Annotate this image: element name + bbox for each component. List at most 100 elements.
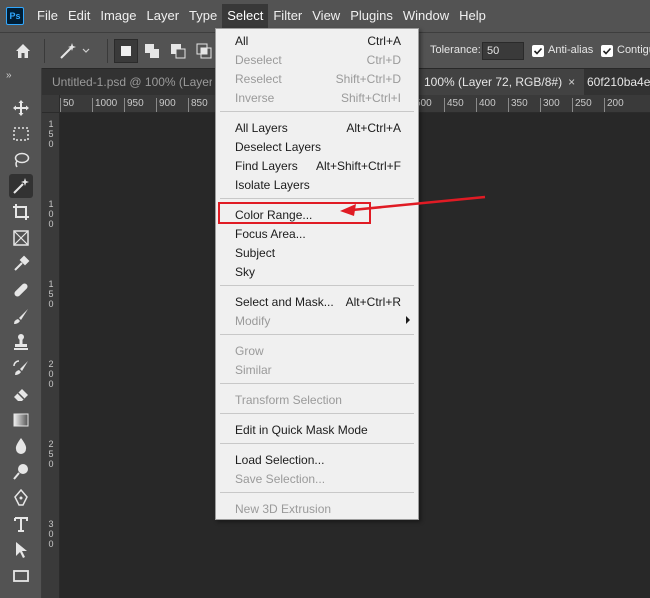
type-icon bbox=[14, 517, 28, 532]
subtract-from-selection-button[interactable] bbox=[166, 39, 190, 63]
home-icon bbox=[16, 43, 30, 58]
menu-item-label: Inverse bbox=[235, 91, 275, 105]
menu-edit[interactable]: Edit bbox=[63, 4, 95, 28]
brush-tool[interactable] bbox=[9, 304, 33, 328]
menu-item-deselect[interactable]: Deselect Ctrl+D bbox=[216, 51, 418, 70]
menu-select[interactable]: Select bbox=[222, 4, 269, 28]
menu-item-inverse[interactable]: Inverse Shift+Ctrl+I bbox=[216, 89, 418, 108]
ruler-tick-label: 0 bbox=[48, 459, 54, 469]
tab-untitled-1[interactable]: Untitled-1.psd @ 100% (Layer 7 bbox=[42, 69, 212, 95]
ruler-tick-label: 0 bbox=[48, 219, 54, 229]
menu-plugins[interactable]: Plugins bbox=[345, 4, 398, 28]
ruler-origin[interactable] bbox=[42, 95, 60, 113]
menu-item-label: Transform Selection bbox=[235, 393, 342, 407]
menu-item-find-layers[interactable]: Find Layers Alt+Shift+Ctrl+F bbox=[216, 157, 418, 176]
menu-item-label: Sky bbox=[235, 265, 256, 279]
eyedropper-tool[interactable] bbox=[9, 252, 33, 276]
tolerance-input[interactable]: 50 bbox=[482, 42, 524, 60]
menu-item-grow[interactable]: Grow bbox=[216, 342, 418, 361]
annotation-highlight-box bbox=[218, 202, 371, 224]
menu-filter[interactable]: Filter bbox=[268, 4, 307, 28]
menu-item-label: All Layers bbox=[235, 121, 288, 135]
new-selection-button[interactable] bbox=[114, 38, 138, 63]
menu-item-label: All bbox=[235, 34, 249, 48]
contiguous-checkbox[interactable] bbox=[601, 45, 613, 57]
menu-help[interactable]: Help bbox=[454, 4, 491, 28]
menu-item-transform-selection[interactable]: Transform Selection bbox=[216, 391, 418, 410]
menu-item-label: Modify bbox=[235, 314, 271, 328]
rectangular-marquee-icon bbox=[13, 127, 29, 141]
lasso-tool[interactable] bbox=[9, 148, 33, 172]
eraser-icon bbox=[14, 389, 28, 401]
menu-separator bbox=[220, 111, 414, 112]
ruler-tick-label: 950 bbox=[124, 98, 144, 112]
tab-layer-72[interactable]: 100% (Layer 72, RGB/8#) × bbox=[414, 69, 584, 95]
ruler-tick-label: 5 bbox=[48, 129, 54, 139]
menu-layer[interactable]: Layer bbox=[142, 4, 185, 28]
bandage-icon bbox=[14, 283, 28, 297]
rectangle-tool[interactable] bbox=[9, 564, 33, 588]
ruler-tick-label: 1 bbox=[48, 199, 54, 209]
marquee-tool[interactable] bbox=[9, 122, 33, 146]
menu-item-focus-area[interactable]: Focus Area... bbox=[216, 225, 418, 244]
menu-separator bbox=[220, 413, 414, 414]
ruler-tick-label: 1 bbox=[48, 279, 54, 289]
menu-item-select-all[interactable]: All Ctrl+A bbox=[216, 32, 418, 51]
menu-item-isolate-layers[interactable]: Isolate Layers bbox=[216, 176, 418, 195]
tool-preset-picker[interactable] bbox=[57, 38, 101, 64]
menu-item-save-selection[interactable]: Save Selection... bbox=[216, 470, 418, 489]
menu-type[interactable]: Type bbox=[184, 4, 222, 28]
menu-item-new-3d-extrusion[interactable]: New 3D Extrusion bbox=[216, 500, 418, 519]
add-to-selection-button[interactable] bbox=[140, 39, 164, 63]
menu-item-sky[interactable]: Sky bbox=[216, 263, 418, 282]
crop-tool[interactable] bbox=[9, 200, 33, 224]
intersect-selection-icon bbox=[196, 43, 212, 58]
frame-icon bbox=[13, 230, 29, 246]
frame-tool[interactable] bbox=[9, 226, 33, 250]
path-selection-tool[interactable] bbox=[9, 538, 33, 562]
history-brush-tool[interactable] bbox=[9, 356, 33, 380]
blur-tool[interactable] bbox=[9, 434, 33, 458]
menu-file[interactable]: File bbox=[32, 4, 63, 28]
ruler-tick-label: 250 bbox=[572, 98, 592, 112]
history-brush-icon bbox=[13, 360, 28, 375]
ruler-tick-label: 0 bbox=[48, 299, 54, 309]
eraser-tool[interactable] bbox=[9, 382, 33, 406]
menu-view[interactable]: View bbox=[307, 4, 345, 28]
ruler-tick-label: 850 bbox=[188, 98, 208, 112]
clone-stamp-tool[interactable] bbox=[9, 330, 33, 354]
checkmark-icon bbox=[533, 47, 543, 55]
home-button[interactable] bbox=[8, 37, 38, 65]
menu-item-edit-quick-mask[interactable]: Edit in Quick Mask Mode bbox=[216, 421, 418, 440]
move-icon bbox=[13, 100, 29, 116]
type-tool[interactable] bbox=[9, 512, 33, 536]
magic-wand-tool[interactable] bbox=[9, 174, 33, 198]
dodge-tool[interactable] bbox=[9, 460, 33, 484]
menu-image[interactable]: Image bbox=[95, 4, 141, 28]
close-icon[interactable]: × bbox=[568, 75, 575, 89]
menu-item-all-layers[interactable]: All Layers Alt+Ctrl+A bbox=[216, 119, 418, 138]
menu-window[interactable]: Window bbox=[398, 4, 454, 28]
menu-item-select-and-mask[interactable]: Select and Mask... Alt+Ctrl+R bbox=[216, 293, 418, 312]
menu-item-label: Load Selection... bbox=[235, 453, 325, 467]
menu-item-modify[interactable]: Modify bbox=[216, 312, 418, 331]
menu-item-subject[interactable]: Subject bbox=[216, 244, 418, 263]
healing-brush-tool[interactable] bbox=[9, 278, 33, 302]
menu-item-label: Isolate Layers bbox=[235, 178, 310, 192]
tab-60f210[interactable]: 60f210ba4e5 bbox=[577, 69, 650, 95]
menu-item-deselect-layers[interactable]: Deselect Layers bbox=[216, 138, 418, 157]
ruler-tick-label: 1 bbox=[48, 119, 54, 129]
intersect-selection-button[interactable] bbox=[192, 39, 216, 63]
menu-item-load-selection[interactable]: Load Selection... bbox=[216, 451, 418, 470]
tolerance-label: Tolerance: bbox=[430, 44, 481, 56]
collapse-panel-icon[interactable]: » bbox=[6, 70, 12, 81]
anti-alias-checkbox[interactable] bbox=[532, 45, 544, 57]
menu-item-reselect[interactable]: Reselect Shift+Ctrl+D bbox=[216, 70, 418, 89]
drop-icon bbox=[15, 438, 27, 454]
move-tool[interactable] bbox=[9, 96, 33, 120]
gradient-tool[interactable] bbox=[9, 408, 33, 432]
menu-item-similar[interactable]: Similar bbox=[216, 361, 418, 380]
ruler-tick-label: 0 bbox=[48, 369, 54, 379]
tab-label: Untitled-1.psd @ 100% (Layer 7 bbox=[52, 75, 212, 89]
pen-tool[interactable] bbox=[9, 486, 33, 510]
